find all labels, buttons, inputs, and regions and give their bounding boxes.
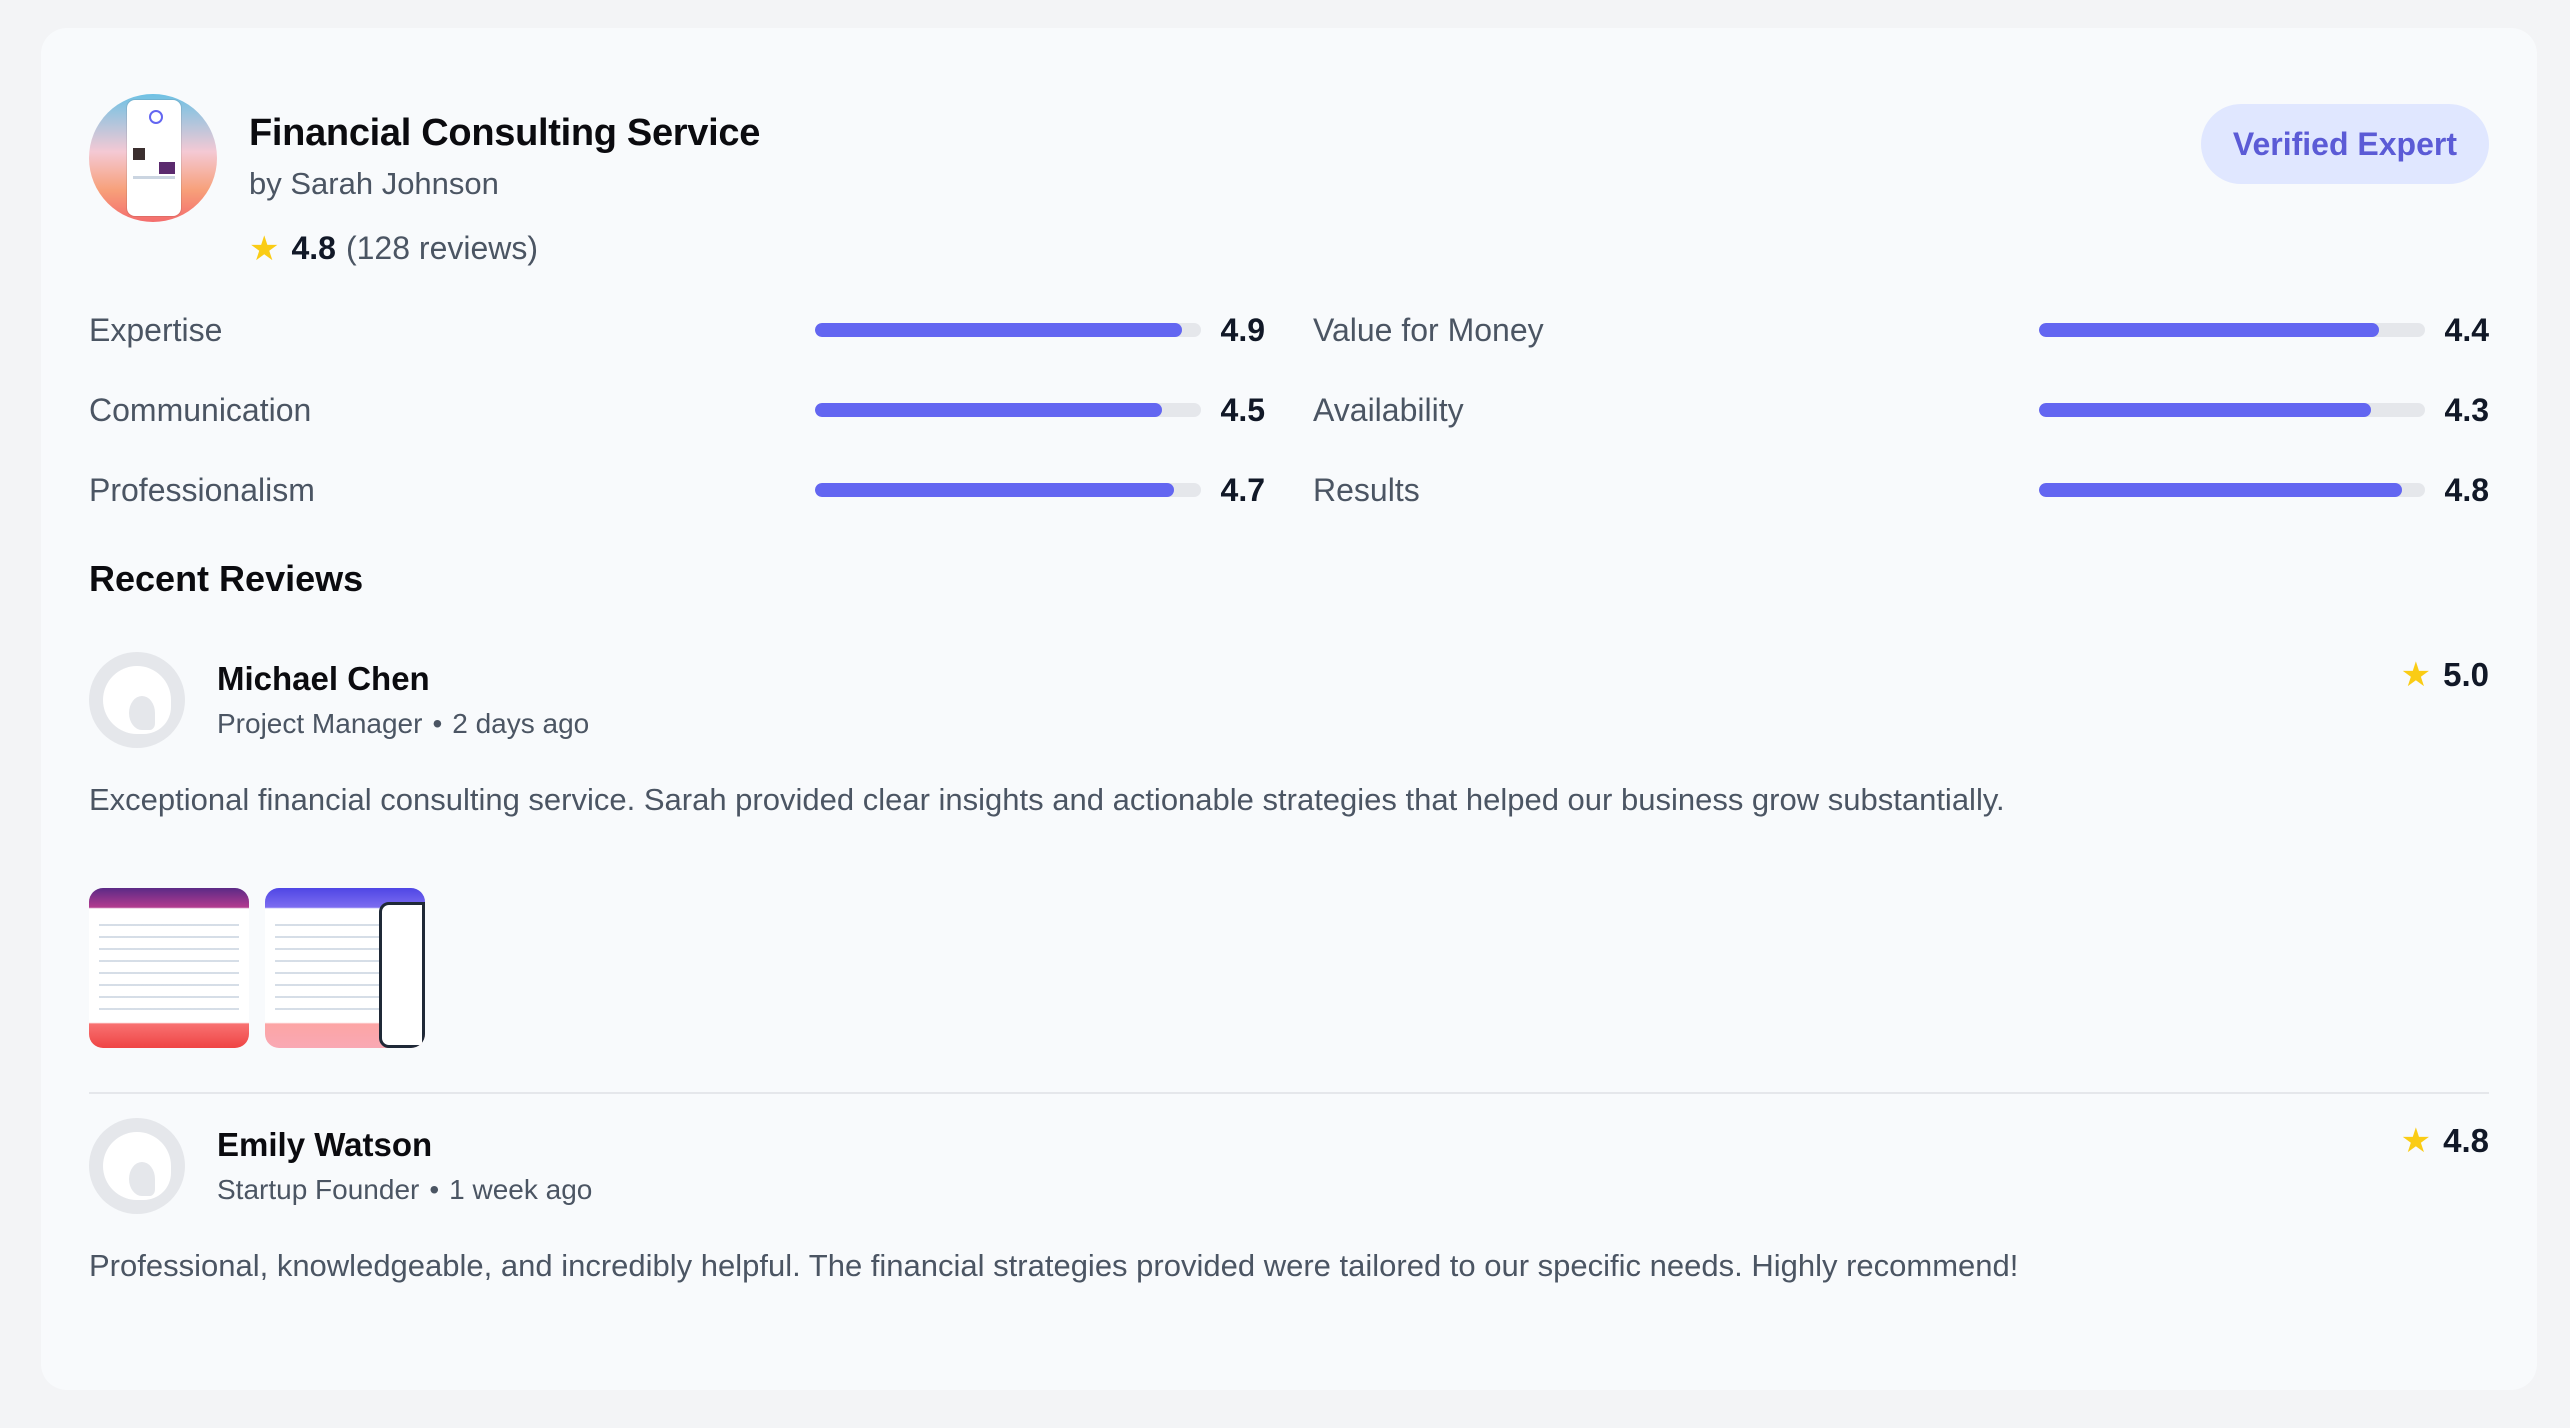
metric-expertise: Expertise 4.9 (89, 290, 1265, 370)
review-item: Michael Chen Project Manager • 2 days ago … (89, 652, 2489, 1094)
metric-score: 4.8 (2444, 471, 2489, 508)
reviewer-name[interactable]: Emily Watson (217, 1126, 432, 1164)
reviewer-meta: Startup Founder • 1 week ago (217, 1174, 592, 1206)
separator-dot: • (432, 708, 443, 739)
metric-availability: Availability 4.3 (1313, 370, 2489, 450)
metric-score: 4.5 (1220, 391, 1265, 428)
recent-reviews-title: Recent Reviews (89, 558, 364, 599)
metric-label: Value for Money (1313, 311, 1544, 348)
separator-dot: • (429, 1174, 440, 1205)
metric-label: Availability (1313, 391, 1464, 428)
metric-label: Communication (89, 391, 312, 428)
reviewer-role: Startup Founder (217, 1174, 420, 1205)
service-avatar[interactable] (89, 94, 217, 222)
review-image-thumbnail[interactable] (265, 888, 425, 1048)
review-attachments (89, 888, 425, 1048)
metric-bar-fill (815, 323, 1182, 337)
metric-label: Results (1313, 471, 1420, 508)
metric-communication: Communication 4.5 (89, 370, 1265, 450)
reviewer-meta: Project Manager • 2 days ago (217, 708, 589, 740)
metric-professionalism: Professionalism 4.7 (89, 450, 1265, 530)
metric-bar-fill (2039, 323, 2379, 337)
metric-score: 4.4 (2444, 311, 2489, 348)
review-time: 1 week ago (449, 1174, 593, 1205)
metric-bar-fill (815, 403, 1163, 417)
review-rating-value: 4.8 (2443, 1122, 2489, 1159)
metric-bar (815, 323, 1201, 337)
metric-score: 4.9 (1220, 311, 1265, 348)
metric-label: Expertise (89, 311, 223, 348)
service-title: Financial Consulting Service (249, 112, 761, 154)
metric-value-for-money: Value for Money 4.4 (1313, 290, 2489, 370)
star-icon: ★ (2400, 656, 2432, 694)
metric-bar (2039, 403, 2425, 417)
service-author[interactable]: by Sarah Johnson (249, 166, 499, 202)
overall-rating: ★ 4.8 (128 reviews) (249, 230, 538, 267)
metric-score: 4.3 (2444, 391, 2489, 428)
metric-bar-fill (2039, 403, 2371, 417)
review-rating: ★ 5.0 (2401, 656, 2489, 694)
verified-expert-badge: Verified Expert (2200, 104, 2489, 184)
overall-rating-value: 4.8 (291, 230, 336, 266)
review-text: Professional, knowledgeable, and incredi… (89, 1248, 2019, 1283)
star-icon: ★ (249, 229, 280, 268)
review-count[interactable]: (128 reviews) (346, 230, 538, 267)
metric-label: Professionalism (89, 471, 315, 508)
review-rating: ★ 4.8 (2401, 1122, 2489, 1160)
review-text: Exceptional financial consulting service… (89, 782, 2005, 817)
metric-bar (815, 483, 1201, 497)
metric-results: Results 4.8 (1313, 450, 2489, 530)
review-time: 2 days ago (452, 708, 590, 739)
review-rating-value: 5.0 (2443, 656, 2489, 693)
review-image-thumbnail[interactable] (89, 888, 249, 1048)
reviewer-name[interactable]: Michael Chen (217, 660, 430, 698)
metric-bar (2039, 323, 2425, 337)
user-avatar-icon[interactable] (89, 652, 185, 748)
user-avatar-icon[interactable] (89, 1118, 185, 1214)
metric-bar (2039, 483, 2425, 497)
metric-bar-fill (2039, 483, 2402, 497)
service-avatar-image (127, 100, 181, 216)
review-card: Financial Consulting Service by Sarah Jo… (41, 28, 2537, 1390)
rating-breakdown: Expertise 4.9 Value for Money 4.4 Commun… (89, 290, 2489, 530)
service-header: Financial Consulting Service by Sarah Jo… (89, 82, 2489, 266)
metric-bar-fill (815, 483, 1174, 497)
metric-score: 4.7 (1220, 471, 1265, 508)
star-icon: ★ (2400, 1122, 2432, 1160)
reviewer-role: Project Manager (217, 708, 423, 739)
metric-bar (815, 403, 1201, 417)
